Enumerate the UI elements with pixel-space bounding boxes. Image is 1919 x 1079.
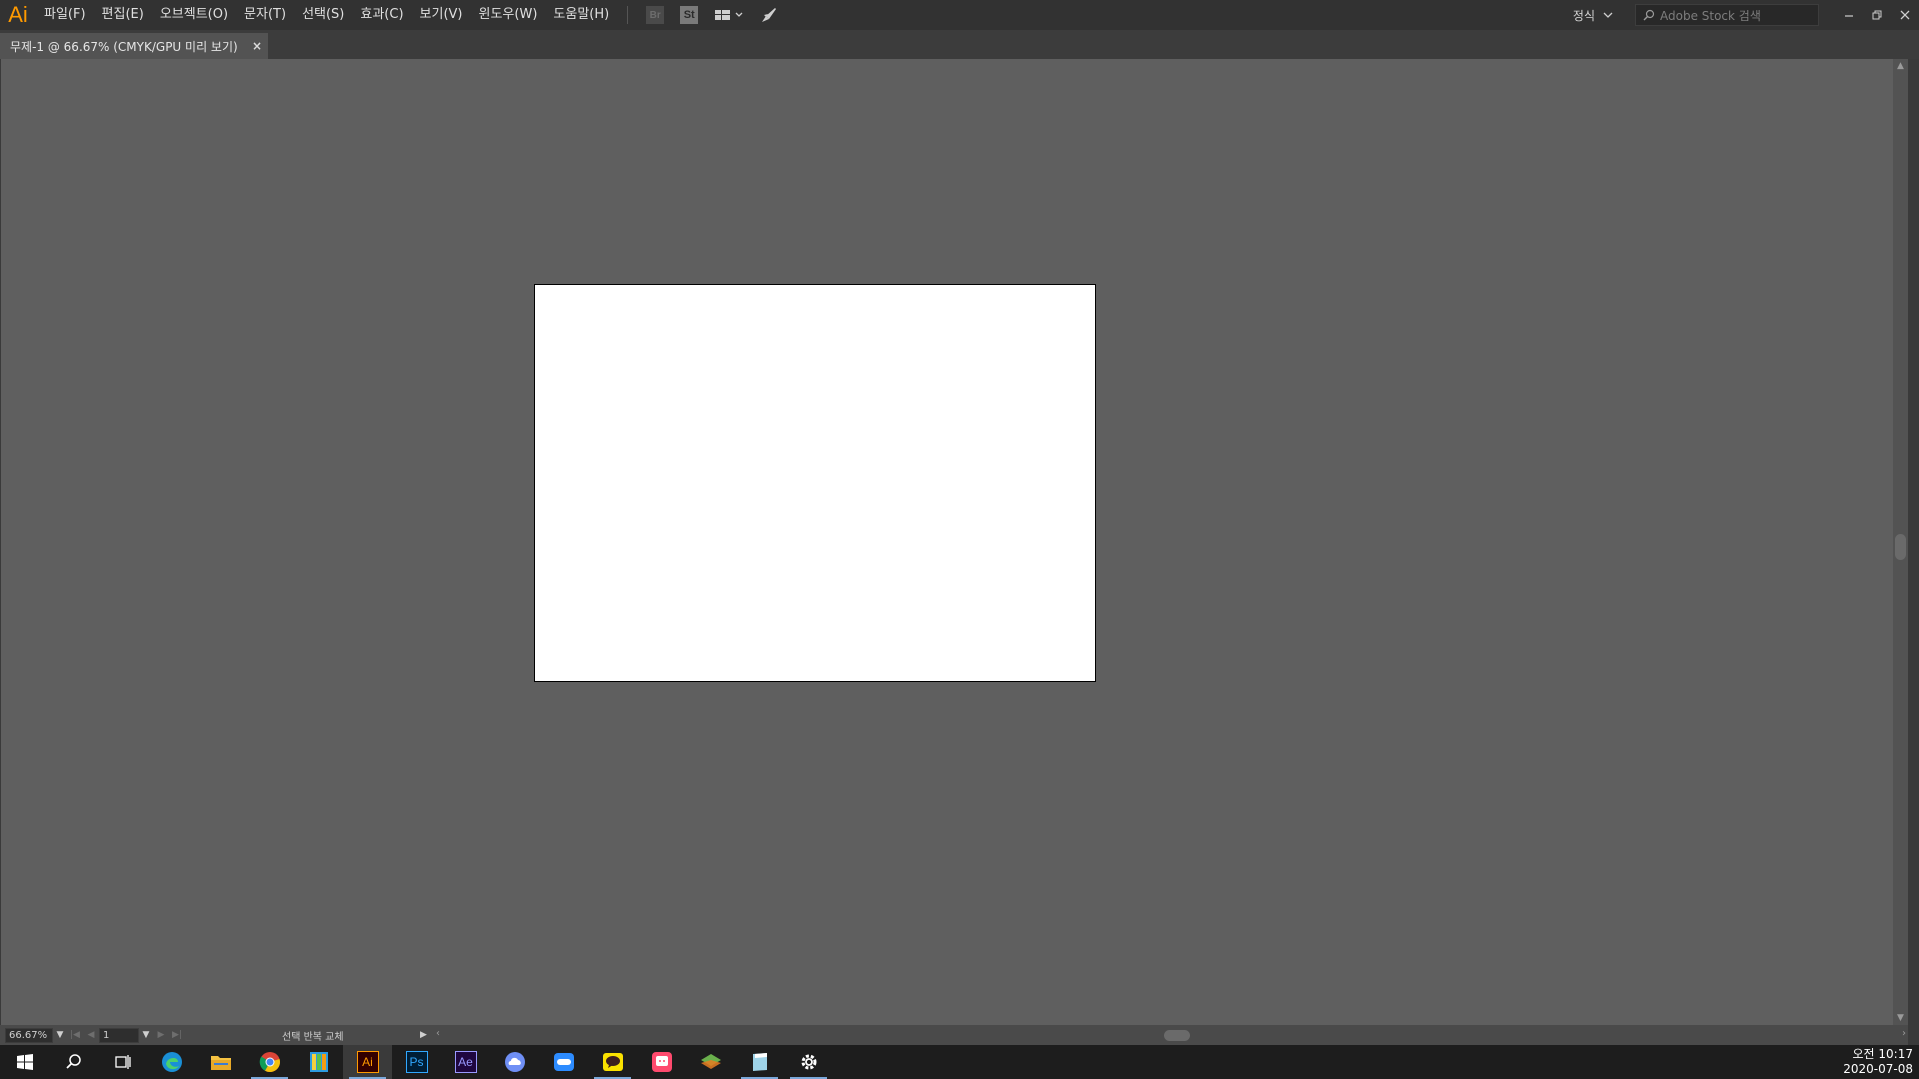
illustrator-logo: Ai (8, 2, 28, 27)
rocket-icon (762, 8, 777, 22)
chrome-icon (259, 1052, 280, 1073)
canvas-area[interactable] (0, 59, 1894, 1025)
status-menu-icon[interactable]: ▶ (420, 1030, 427, 1040)
menu-window[interactable]: 윈도우(W) (471, 0, 546, 30)
menu-type[interactable]: 문자(T) (236, 0, 294, 30)
taskbar-after-effects[interactable]: Ae (441, 1045, 490, 1079)
scroll-up-icon[interactable]: ▲ (1893, 59, 1908, 73)
edge-icon (161, 1052, 182, 1072)
stock-icon: St (680, 6, 699, 24)
gear-icon (801, 1054, 816, 1070)
close-window-button[interactable] (1891, 0, 1919, 30)
menu-divider (627, 6, 629, 24)
vertical-scrollbar[interactable]: ▲ ▼ (1893, 59, 1908, 1025)
gpu-performance-button[interactable] (758, 4, 780, 26)
minimize-button[interactable] (1835, 0, 1863, 30)
clock-date: 2020-07-08 (1843, 1062, 1913, 1076)
search-icon (65, 1054, 81, 1069)
after-effects-icon: Ae (454, 1051, 477, 1073)
document-tab[interactable]: 무제-1 @ 66.67% (CMYK/GPU 미리 보기) × (0, 33, 268, 59)
status-tool-hint: 선택 반복 교체 (282, 1031, 344, 1043)
search-placeholder: Adobe Stock 검색 (1660, 8, 1761, 23)
menu-bar: Ai 파일(F) 편집(E) 오브젝트(O) 문자(T) 선택(S) 효과(C)… (0, 0, 1919, 30)
taskbar-cloud-app[interactable] (490, 1045, 539, 1079)
task-view-button[interactable] (98, 1045, 147, 1079)
menu-view[interactable]: 보기(V) (412, 0, 471, 30)
folder-icon (210, 1056, 231, 1070)
layers-icon (700, 1054, 721, 1069)
tab-close-icon[interactable]: × (246, 39, 268, 53)
kakaotalk-icon (602, 1053, 623, 1071)
search-button[interactable] (49, 1045, 98, 1079)
photoshop-icon: Ps (405, 1051, 428, 1073)
taskbar-illustrator[interactable]: Ai (343, 1045, 392, 1079)
next-artboard-icon[interactable]: ▶ (153, 1030, 169, 1040)
first-artboard-icon[interactable]: |◀ (67, 1030, 83, 1040)
taskbar-edge[interactable] (147, 1045, 196, 1079)
taskbar-chrome[interactable] (245, 1045, 294, 1079)
search-icon (1643, 9, 1655, 21)
clock-time: 오전 10:17 (1852, 1047, 1913, 1061)
bridge-button[interactable]: Br (644, 4, 666, 26)
adobe-stock-search[interactable]: Adobe Stock 검색 (1635, 4, 1819, 26)
bridge-icon: Br (646, 6, 665, 24)
horizontal-scrollbar[interactable]: ‹ › (436, 1028, 1906, 1042)
menubar-right: 정식 Adobe Stock 검색 (1573, 0, 1919, 30)
menu-edit[interactable]: 편집(E) (94, 0, 152, 30)
stock-button[interactable]: St (678, 4, 700, 26)
scroll-left-icon[interactable]: ‹ (436, 1028, 440, 1039)
cloud-app-icon (504, 1052, 525, 1072)
menu-help[interactable]: 도움말(H) (545, 0, 617, 30)
scroll-down-icon[interactable]: ▼ (1893, 1011, 1908, 1025)
last-artboard-icon[interactable]: ▶| (169, 1030, 185, 1040)
task-view-icon (114, 1055, 131, 1069)
illustrator-icon: Ai (356, 1051, 379, 1073)
previous-artboard-icon[interactable]: ◀ (83, 1030, 99, 1040)
taskbar-bandizip[interactable] (294, 1045, 343, 1079)
horizontal-scroll-thumb[interactable] (1164, 1030, 1190, 1041)
taskbar-zoom[interactable] (539, 1045, 588, 1079)
document-tab-title: 무제-1 @ 66.67% (CMYK/GPU 미리 보기) (10, 39, 238, 54)
menu-effect[interactable]: 효과(C) (352, 0, 411, 30)
workspace-switcher[interactable]: 정식 (1573, 7, 1615, 24)
restore-button[interactable] (1863, 0, 1891, 30)
document-tab-bar: 무제-1 @ 66.67% (CMYK/GPU 미리 보기) × (0, 30, 1919, 59)
taskbar-file-explorer[interactable] (196, 1045, 245, 1079)
status-bar: 66.67% ▼ |◀ ◀ 1 ▼ ▶ ▶| 선택 반복 교체 ▶ ‹ › (0, 1025, 1908, 1045)
taskbar-messenger[interactable] (637, 1045, 686, 1079)
menu-object[interactable]: 오브젝트(O) (152, 0, 236, 30)
artboard-dropdown-icon[interactable]: ▼ (139, 1030, 153, 1040)
vertical-scroll-thumb[interactable] (1895, 534, 1906, 560)
zoom-dropdown-icon[interactable]: ▼ (53, 1030, 67, 1040)
archive-app-icon (309, 1052, 328, 1072)
minimize-icon (1845, 15, 1853, 17)
chat-icon (651, 1052, 672, 1072)
artboard[interactable] (534, 284, 1096, 682)
video-chat-icon (553, 1053, 574, 1071)
workspace-label: 정식 (1572, 8, 1595, 23)
windows-taskbar: Ai Ps Ae 오전 10:17 2020-07-08 (0, 1045, 1919, 1079)
taskbar-layers-app[interactable] (686, 1045, 735, 1079)
notes-icon (752, 1053, 767, 1071)
artboard-number-field[interactable]: 1 (99, 1027, 139, 1043)
taskbar-kakaotalk[interactable] (588, 1045, 637, 1079)
restore-icon (1872, 10, 1882, 20)
zoom-value: 66.67% (9, 1029, 48, 1041)
menu-select[interactable]: 선택(S) (294, 0, 352, 30)
artboard-number: 1 (103, 1029, 110, 1041)
scroll-right-icon[interactable]: › (1902, 1028, 1906, 1039)
taskbar-notes-app[interactable] (735, 1045, 784, 1079)
taskbar-settings[interactable] (784, 1045, 833, 1079)
taskbar-photoshop[interactable]: Ps (392, 1045, 441, 1079)
arrange-documents-icon (715, 10, 743, 20)
windows-start-icon (16, 1054, 33, 1070)
arrange-documents-button[interactable] (712, 4, 746, 26)
close-icon (1900, 10, 1910, 20)
panel-dock-strip (1908, 59, 1919, 1045)
start-button[interactable] (0, 1045, 49, 1079)
chevron-down-icon (1603, 12, 1613, 18)
system-clock[interactable]: 오전 10:17 2020-07-08 (1843, 1047, 1913, 1077)
menu-file[interactable]: 파일(F) (36, 0, 94, 30)
zoom-field[interactable]: 66.67% (5, 1027, 53, 1043)
